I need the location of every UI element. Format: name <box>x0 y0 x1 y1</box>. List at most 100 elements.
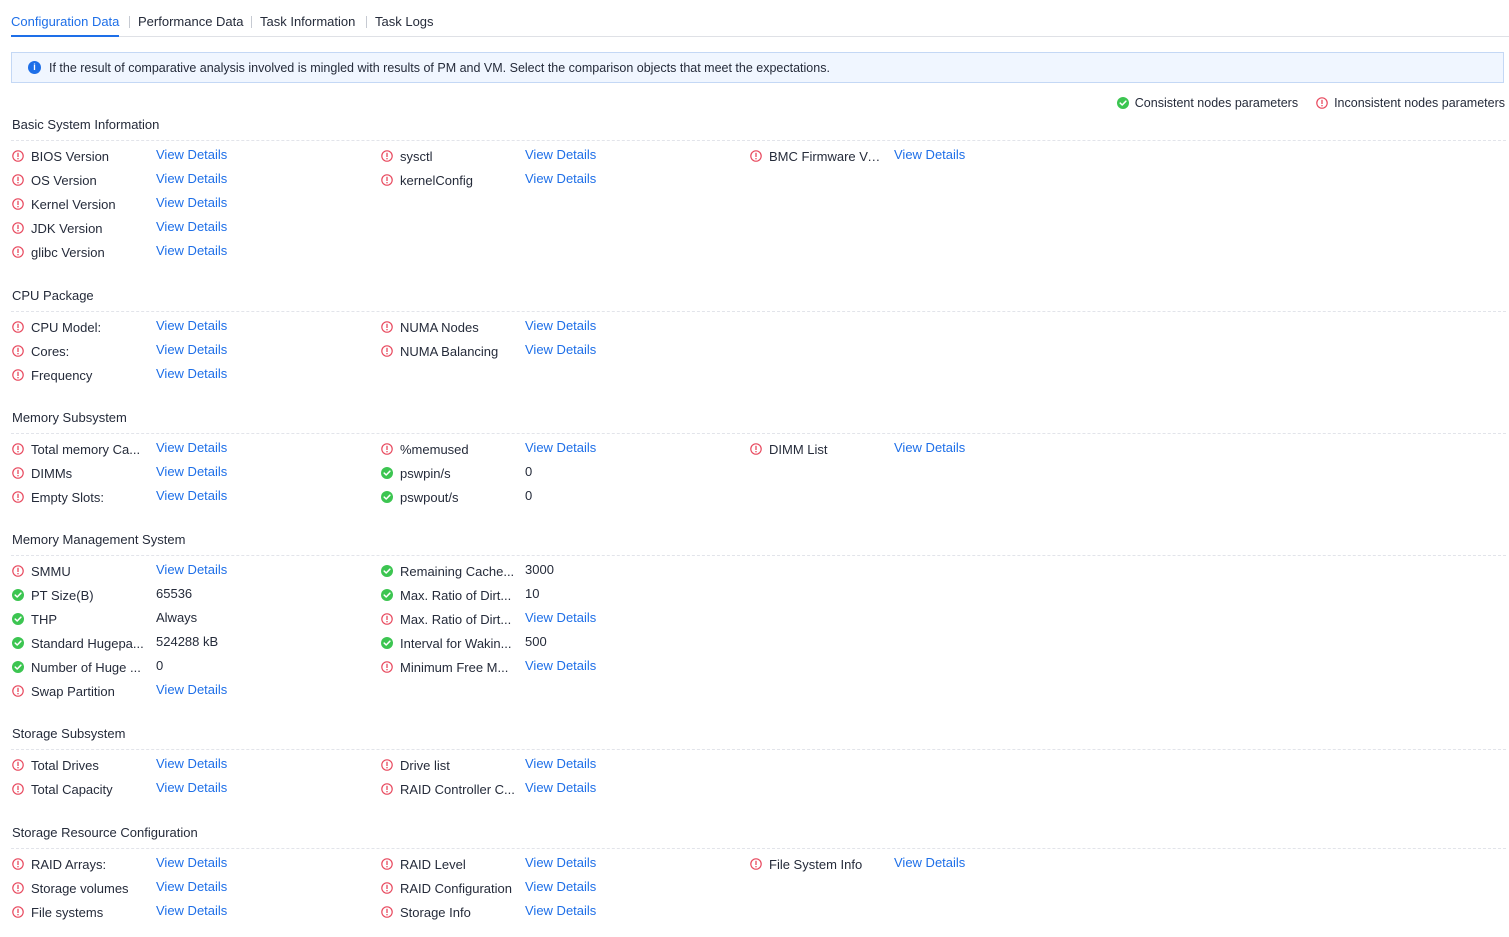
view-details-link[interactable]: View Details <box>156 219 227 234</box>
param-name: Standard Hugepa... <box>31 636 144 651</box>
view-details-link[interactable]: View Details <box>156 366 227 381</box>
view-details-link[interactable]: View Details <box>156 780 227 795</box>
alert-circle-icon <box>12 685 24 697</box>
alert-circle-icon <box>12 467 24 479</box>
view-details-link[interactable]: View Details <box>894 855 965 870</box>
view-details-link[interactable]: View Details <box>156 879 227 894</box>
alert-circle-icon <box>381 906 393 918</box>
param-name: Max. Ratio of Dirt... <box>400 588 512 603</box>
check-circle-icon <box>12 589 24 601</box>
param-value: 3000 <box>525 562 554 577</box>
view-details-link[interactable]: View Details <box>156 756 227 771</box>
param-name: PT Size(B) <box>31 588 94 603</box>
section-divider <box>11 433 1506 434</box>
param-name: Total Drives <box>31 758 99 773</box>
alert-circle-icon <box>12 565 24 577</box>
view-details-link[interactable]: View Details <box>525 342 596 357</box>
param-value: 500 <box>525 634 547 649</box>
param-name: RAID Level <box>400 857 466 872</box>
param-value: 65536 <box>156 586 193 601</box>
param-name: NUMA Balancing <box>400 344 499 359</box>
param-value: 0 <box>156 658 164 673</box>
section: Basic System Information BIOS Version View… <box>11 116 1506 260</box>
view-details-link[interactable]: View Details <box>525 780 596 795</box>
view-details-link[interactable]: View Details <box>525 879 596 894</box>
param-value: 10 <box>525 586 540 601</box>
alert-circle-icon <box>12 906 24 918</box>
alert-circle-icon <box>381 150 393 162</box>
tab-divider <box>129 16 130 28</box>
tab-performance-data[interactable]: Performance Data <box>138 14 244 35</box>
alert-circle-icon <box>12 321 24 333</box>
view-details-link[interactable]: View Details <box>156 440 227 455</box>
tab-bar: Configuration Data Performance Data Task… <box>11 0 1509 37</box>
param-name: pswpin/s <box>400 466 451 481</box>
section-divider <box>11 848 1506 849</box>
param-value: 0 <box>525 488 533 503</box>
section-title: Storage Resource Configuration <box>12 825 198 840</box>
view-details-link[interactable]: View Details <box>525 756 596 771</box>
view-details-link[interactable]: View Details <box>156 342 227 357</box>
view-details-link[interactable]: View Details <box>894 440 965 455</box>
alert-circle-icon <box>381 882 393 894</box>
view-details-link[interactable]: View Details <box>525 440 596 455</box>
view-details-link[interactable]: View Details <box>525 658 596 673</box>
alert-circle-icon <box>381 783 393 795</box>
view-details-link[interactable]: View Details <box>156 855 227 870</box>
alert-circle-icon <box>381 858 393 870</box>
param-name: RAID Arrays: <box>31 857 107 872</box>
param-name: BIOS Version <box>31 149 110 164</box>
view-details-link[interactable]: View Details <box>525 855 596 870</box>
tab-task-logs[interactable]: Task Logs <box>375 14 434 35</box>
view-details-link[interactable]: View Details <box>156 147 227 162</box>
section: CPU Package CPU Model: View Details Cores: V… <box>11 287 1506 383</box>
param-name: BMC Firmware Ve... <box>769 149 884 164</box>
view-details-link[interactable]: View Details <box>156 464 227 479</box>
view-details-link[interactable]: View Details <box>525 903 596 918</box>
alert-circle-icon <box>1316 97 1328 109</box>
view-details-link[interactable]: View Details <box>894 147 965 162</box>
alert-circle-icon <box>12 882 24 894</box>
view-details-link[interactable]: View Details <box>525 147 596 162</box>
legend-inconsistent: Inconsistent nodes parameters <box>1316 96 1505 110</box>
param-name: File systems <box>31 905 104 920</box>
section-title: Memory Management System <box>12 532 186 547</box>
view-details-link[interactable]: View Details <box>156 903 227 918</box>
param-name: DIMMs <box>31 466 73 481</box>
alert-circle-icon <box>750 150 762 162</box>
check-circle-icon <box>12 637 24 649</box>
alert-circle-icon <box>12 246 24 258</box>
view-details-link[interactable]: View Details <box>156 171 227 186</box>
section-divider <box>11 555 1506 556</box>
section-title: Storage Subsystem <box>12 726 126 741</box>
view-details-link[interactable]: View Details <box>525 610 596 625</box>
check-circle-icon <box>381 467 393 479</box>
section-title: Memory Subsystem <box>12 410 127 425</box>
view-details-link[interactable]: View Details <box>156 318 227 333</box>
view-details-link[interactable]: View Details <box>156 682 227 697</box>
alert-circle-icon <box>381 174 393 186</box>
view-details-link[interactable]: View Details <box>156 195 227 210</box>
view-details-link[interactable]: View Details <box>156 243 227 258</box>
check-circle-icon <box>12 613 24 625</box>
param-name: Remaining Cache... <box>400 564 515 579</box>
section: Memory Subsystem Total memory Ca... View D… <box>11 409 1506 505</box>
alert-circle-icon <box>12 369 24 381</box>
param-name: Minimum Free M... <box>400 660 509 675</box>
alert-circle-icon <box>12 443 24 455</box>
legend-consistent-label: Consistent nodes parameters <box>1134 96 1299 110</box>
section-title: CPU Package <box>12 288 94 303</box>
tab-configuration-data[interactable]: Configuration Data <box>11 14 120 37</box>
view-details-link[interactable]: View Details <box>525 171 596 186</box>
alert-circle-icon <box>12 783 24 795</box>
view-details-link[interactable]: View Details <box>156 488 227 503</box>
tab-task-information[interactable]: Task Information <box>260 14 355 35</box>
tab-divider <box>251 16 252 28</box>
check-circle-icon <box>381 491 393 503</box>
alert-circle-icon <box>12 222 24 234</box>
alert-circle-icon <box>12 150 24 162</box>
param-name: SMMU <box>31 564 71 579</box>
view-details-link[interactable]: View Details <box>156 562 227 577</box>
section-divider <box>11 311 1506 312</box>
view-details-link[interactable]: View Details <box>525 318 596 333</box>
